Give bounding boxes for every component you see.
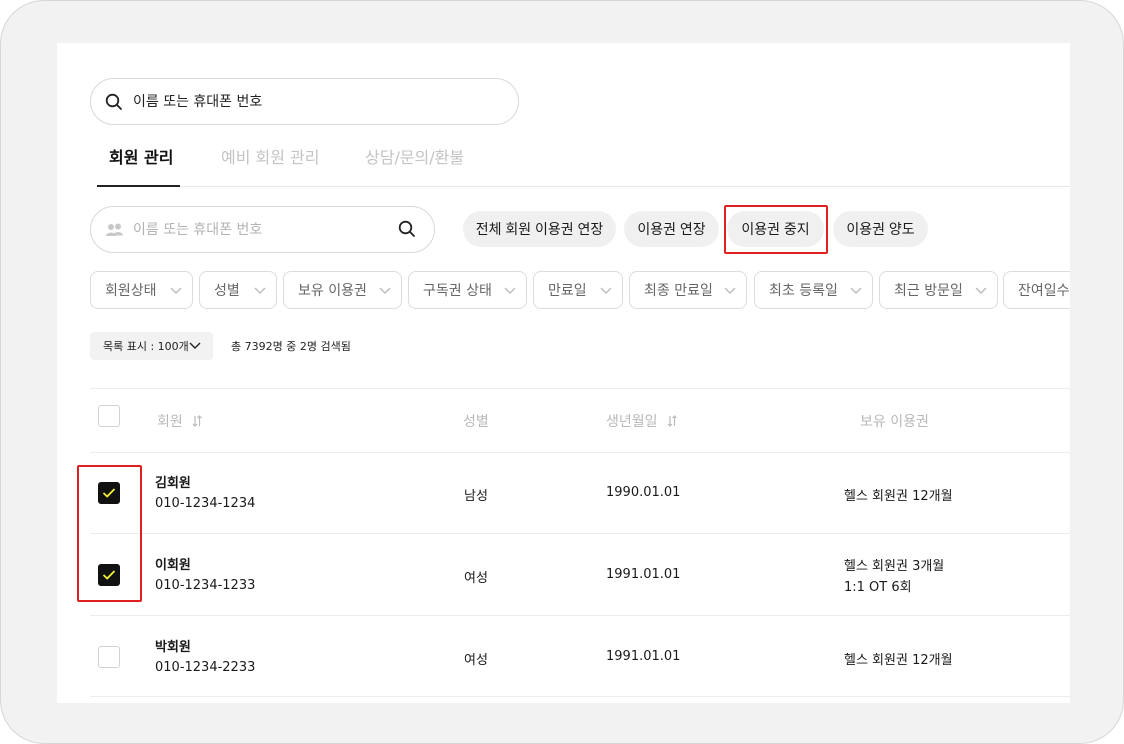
filter-final-expiry-date[interactable]: 최종 만료일 bbox=[629, 271, 747, 309]
result-count: 총 7392명 중 2명 검색됨 bbox=[231, 340, 351, 353]
member-pass: 헬스 회원권 12개월 bbox=[844, 489, 953, 504]
select-all-checkbox[interactable] bbox=[98, 405, 120, 427]
member-birthdate: 1991.01.01 bbox=[606, 567, 681, 582]
member-gender: 여성 bbox=[464, 571, 488, 586]
member-name[interactable]: 박회원 bbox=[155, 636, 191, 655]
header-member-label: 회원 bbox=[157, 414, 183, 430]
member-name[interactable]: 김회원 bbox=[155, 472, 191, 491]
filter-label: 구독권 상태 bbox=[423, 283, 492, 299]
member-pass: 헬스 회원권 3개월 bbox=[844, 559, 945, 574]
page-size-dropdown[interactable]: 목록 표시 : 100개 bbox=[90, 332, 213, 360]
chevron-down-icon bbox=[724, 287, 736, 294]
filter-label: 성별 bbox=[214, 283, 240, 299]
filter-owned-pass[interactable]: 보유 이용권 bbox=[283, 271, 402, 309]
tab-prospect-management[interactable]: 예비 회원 관리 bbox=[221, 147, 320, 187]
row-checkbox[interactable] bbox=[98, 646, 120, 668]
selected-rows-highlight bbox=[77, 465, 142, 602]
chevron-down-icon bbox=[504, 287, 516, 294]
filter-gender[interactable]: 성별 bbox=[199, 271, 277, 309]
search-icon bbox=[105, 93, 122, 110]
chevron-down-icon bbox=[600, 287, 612, 294]
header-birthdate[interactable]: 생년월일 bbox=[606, 411, 678, 431]
sort-icon bbox=[667, 415, 677, 427]
global-search-input[interactable] bbox=[133, 93, 493, 110]
tab-member-management[interactable]: 회원 관리 bbox=[109, 147, 173, 187]
member-phone: 010-1234-1233 bbox=[155, 578, 256, 593]
table-divider bbox=[90, 533, 1070, 534]
header-birthdate-label: 생년월일 bbox=[606, 414, 658, 430]
extend-all-passes-button[interactable]: 전체 회원 이용권 연장 bbox=[463, 211, 616, 247]
member-birthdate: 1991.01.01 bbox=[606, 649, 681, 664]
filter-expiry-date[interactable]: 만료일 bbox=[533, 271, 623, 309]
header-member[interactable]: 회원 bbox=[157, 411, 203, 431]
filter-label: 최근 방문일 bbox=[894, 283, 963, 299]
app-screen: 회원 관리 예비 회원 관리 상담/문의/환불 전체 회원 이용권 연장 이용권… bbox=[57, 43, 1070, 703]
chevron-down-icon bbox=[850, 287, 862, 294]
suspend-button-highlight bbox=[724, 205, 828, 254]
header-owned-pass: 보유 이용권 bbox=[860, 414, 929, 430]
table-divider bbox=[90, 452, 1070, 453]
tab-consultation[interactable]: 상담/문의/환불 bbox=[365, 147, 464, 187]
member-phone: 010-1234-2233 bbox=[155, 660, 256, 675]
active-tab-indicator bbox=[97, 185, 180, 187]
member-gender: 남성 bbox=[464, 489, 488, 504]
member-pass: 헬스 회원권 12개월 bbox=[844, 653, 953, 668]
chevron-down-icon bbox=[170, 287, 182, 294]
member-search-input[interactable] bbox=[133, 221, 383, 238]
table-divider bbox=[90, 388, 1070, 389]
filter-label: 최종 만료일 bbox=[644, 283, 713, 299]
members-icon bbox=[106, 223, 123, 236]
chevron-down-icon bbox=[189, 342, 201, 349]
sort-icon bbox=[192, 415, 203, 427]
device-frame: 회원 관리 예비 회원 관리 상담/문의/환불 전체 회원 이용권 연장 이용권… bbox=[0, 0, 1124, 744]
filter-first-registration[interactable]: 최초 등록일 bbox=[754, 271, 873, 309]
filter-label: 회원상태 bbox=[105, 283, 157, 299]
member-birthdate: 1990.01.01 bbox=[606, 485, 681, 500]
member-name[interactable]: 이회원 bbox=[155, 554, 191, 573]
tab-bar: 회원 관리 예비 회원 관리 상담/문의/환불 bbox=[97, 143, 1070, 187]
filter-last-visit[interactable]: 최근 방문일 bbox=[879, 271, 998, 309]
chevron-down-icon bbox=[379, 287, 391, 294]
search-icon[interactable] bbox=[398, 220, 416, 238]
chevron-down-icon bbox=[975, 287, 987, 294]
filter-label: 최초 등록일 bbox=[769, 283, 838, 299]
table-divider bbox=[90, 615, 1070, 616]
filter-member-status[interactable]: 회원상태 bbox=[90, 271, 193, 309]
chevron-down-icon bbox=[254, 287, 266, 294]
transfer-pass-button[interactable]: 이용권 양도 bbox=[833, 211, 928, 247]
page-size-label: 목록 표시 : 100개 bbox=[103, 340, 189, 353]
member-search-bar[interactable] bbox=[90, 206, 435, 253]
global-search-bar[interactable] bbox=[90, 78, 519, 125]
member-phone: 010-1234-1234 bbox=[155, 496, 256, 511]
header-gender: 성별 bbox=[463, 414, 489, 430]
member-gender: 여성 bbox=[464, 653, 488, 668]
filter-remaining-days[interactable]: 잔여일수 bbox=[1003, 271, 1070, 309]
filter-label: 잔여일수 bbox=[1018, 283, 1070, 299]
filter-subscription-status[interactable]: 구독권 상태 bbox=[408, 271, 527, 309]
table-divider bbox=[90, 696, 1070, 697]
extend-pass-button[interactable]: 이용권 연장 bbox=[624, 211, 719, 247]
filter-label: 만료일 bbox=[548, 283, 587, 299]
member-pass-secondary: 1:1 OT 6회 bbox=[844, 580, 912, 595]
filter-label: 보유 이용권 bbox=[298, 283, 367, 299]
